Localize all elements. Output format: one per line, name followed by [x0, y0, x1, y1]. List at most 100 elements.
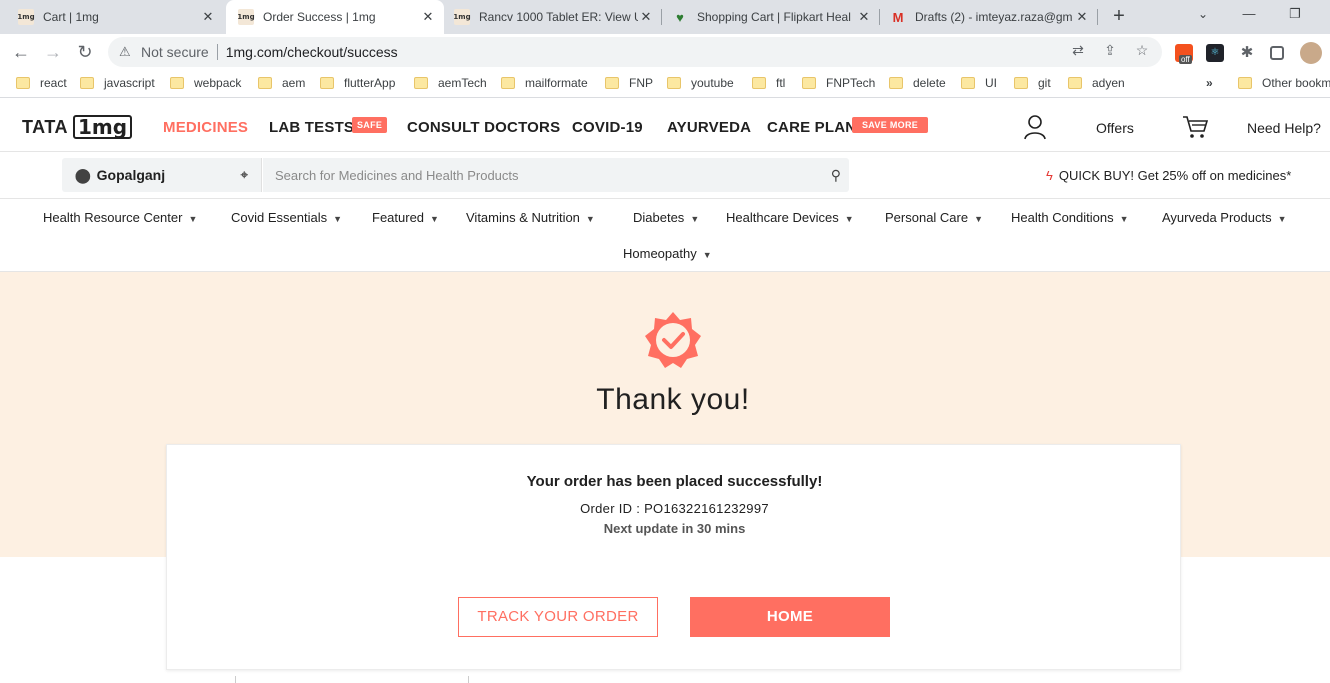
reload-icon[interactable]: ↻ [73, 40, 97, 64]
warning-triangle-icon[interactable]: ⚠ [119, 44, 135, 60]
location-name: Gopalganj [96, 167, 166, 183]
bookmark-folder[interactable]: FNP [605, 76, 653, 90]
offers-link[interactable]: Offers [1096, 120, 1134, 136]
chevron-down-icon: ▼ [188, 214, 198, 224]
tab-cart[interactable]: 1mg Cart | 1mg ✕ [8, 0, 224, 34]
extension-badge: off [1179, 55, 1192, 64]
tab-search-icon[interactable]: ⌄ [1180, 0, 1226, 30]
folder-icon [605, 77, 619, 89]
onemg-favicon-icon: 1mg [17, 9, 35, 25]
folder-icon [752, 77, 766, 89]
chevron-down-icon: ▼ [585, 214, 595, 224]
user-account-icon[interactable] [1023, 114, 1047, 140]
chevron-down-icon: ▼ [974, 214, 984, 224]
bookmark-folder[interactable]: webpack [170, 76, 241, 90]
more-bookmarks-chevron[interactable]: » [1206, 76, 1213, 90]
tab-order-success[interactable]: 1mg Order Success | 1mg ✕ [226, 0, 444, 34]
tata-1mg-logo[interactable]: TATA 1mg [22, 115, 133, 139]
site-header: TATA 1mg MEDICINES LAB TESTS SAFE CONSUL… [0, 103, 1330, 152]
bookmark-folder[interactable]: youtube [667, 76, 734, 90]
category-health-conditions[interactable]: Health Conditions ▼ [1011, 210, 1129, 225]
translate-icon[interactable]: ⇄ [1069, 41, 1087, 59]
tab-title: Drafts (2) - imteyaz.raza@gm [915, 10, 1073, 24]
close-tab-icon[interactable]: ✕ [856, 9, 872, 25]
need-help-link[interactable]: Need Help? [1247, 120, 1321, 136]
bookmark-folder[interactable]: javascript [80, 76, 155, 90]
folder-icon [667, 77, 681, 89]
flipkart-health-icon: ♥ [676, 9, 684, 25]
address-bar[interactable]: ⚠ Not secure 1mg.com/checkout/success [108, 37, 1162, 67]
search-input[interactable] [275, 158, 815, 192]
not-secure-label[interactable]: Not secure [141, 44, 209, 60]
nav-consult-doctors[interactable]: CONSULT DOCTORS [407, 119, 560, 136]
bookmark-folder[interactable]: react [16, 76, 67, 90]
side-panel-icon[interactable] [1270, 46, 1284, 60]
tab-title: Rancv 1000 Tablet ER: View U [479, 10, 638, 24]
folder-icon [170, 77, 184, 89]
bookmark-folder[interactable]: adyen [1068, 76, 1125, 90]
bookmark-folder[interactable]: delete [889, 76, 946, 90]
category-vitamins-nutrition[interactable]: Vitamins & Nutrition ▼ [466, 210, 595, 225]
close-tab-icon[interactable]: ✕ [200, 9, 216, 25]
category-health-resource-center[interactable]: Health Resource Center ▼ [43, 210, 197, 225]
bookmark-folder[interactable]: ftl [752, 76, 785, 90]
other-bookmarks[interactable]: Other bookm [1238, 76, 1330, 90]
tab-separator [1097, 9, 1098, 25]
chevron-down-icon: ▼ [702, 250, 712, 260]
forward-arrow-icon[interactable]: → [41, 40, 65, 64]
tab-rancv[interactable]: 1mg Rancv 1000 Tablet ER: View U ✕ [446, 0, 660, 34]
tab-flipkart[interactable]: ♥ Shopping Cart | Flipkart Heal ✕ [662, 0, 878, 34]
category-covid-essentials[interactable]: Covid Essentials ▼ [231, 210, 342, 225]
close-tab-icon[interactable]: ✕ [1074, 9, 1090, 25]
search-icon[interactable]: ⚲ [831, 167, 841, 184]
category-personal-care[interactable]: Personal Care ▼ [885, 210, 983, 225]
bookmark-folder[interactable]: aem [258, 76, 305, 90]
close-tab-icon[interactable]: ✕ [420, 9, 436, 25]
new-tab-button[interactable]: + [1107, 5, 1131, 29]
location-selector[interactable]: ⬤ Gopalganj ⌖ [62, 158, 262, 192]
home-button[interactable]: HOME [690, 597, 890, 637]
browser-toolbar: ← → ↻ ⚠ Not secure 1mg.com/checkout/succ… [0, 34, 1330, 70]
chevron-down-icon: ▼ [333, 214, 343, 224]
nav-medicines[interactable]: MEDICINES [163, 119, 248, 136]
close-tab-icon[interactable]: ✕ [638, 9, 654, 25]
folder-icon [320, 77, 334, 89]
nav-lab-tests[interactable]: LAB TESTS [269, 119, 354, 136]
onemg-favicon-icon: 1mg [453, 9, 471, 25]
detect-location-icon[interactable]: ⌖ [241, 167, 248, 183]
track-order-button[interactable]: TRACK YOUR ORDER [458, 597, 658, 637]
chevron-down-icon: ▼ [690, 214, 700, 224]
tab-gmail[interactable]: M Drafts (2) - imteyaz.raza@gm ✕ [880, 0, 1096, 34]
bookmark-folder[interactable]: flutterApp [320, 76, 395, 90]
bookmark-folder[interactable]: git [1014, 76, 1051, 90]
url-text[interactable]: 1mg.com/checkout/success [226, 44, 398, 60]
save-more-tag: SAVE MORE [852, 117, 929, 133]
thank-you-heading: Thank you! [596, 383, 750, 416]
bookmark-folder[interactable]: mailformate [501, 76, 588, 90]
share-icon[interactable]: ⇪ [1101, 41, 1119, 59]
bookmark-folder[interactable]: aemTech [414, 76, 487, 90]
quick-buy-banner[interactable]: ϟ QUICK BUY! Get 25% off on medicines* [1046, 168, 1291, 183]
category-homeopathy[interactable]: Homeopathy ▼ [623, 246, 712, 261]
folder-icon [501, 77, 515, 89]
profile-avatar[interactable] [1300, 42, 1322, 64]
nav-care-plan[interactable]: CARE PLAN [767, 119, 856, 136]
category-ayurveda-products[interactable]: Ayurveda Products ▼ [1162, 210, 1287, 225]
bookmark-star-icon[interactable]: ☆ [1133, 41, 1151, 59]
category-featured[interactable]: Featured ▼ [372, 210, 439, 225]
category-diabetes[interactable]: Diabetes ▼ [633, 210, 699, 225]
extensions-puzzle-icon[interactable]: ✱ [1238, 44, 1256, 62]
restore-window-button[interactable]: ❐ [1272, 0, 1318, 30]
tab-title: Order Success | 1mg [263, 10, 376, 24]
bookmark-folder[interactable]: UI [961, 76, 997, 90]
bookmarks-bar: react javascript webpack aem flutterApp … [0, 70, 1330, 98]
bookmark-folder[interactable]: FNPTech [802, 76, 875, 90]
minimize-window-button[interactable]: — [1226, 0, 1272, 30]
category-healthcare-devices[interactable]: Healthcare Devices ▼ [726, 210, 854, 225]
back-arrow-icon[interactable]: ← [9, 40, 33, 64]
gmail-icon: M [892, 9, 904, 25]
nav-ayurveda[interactable]: AYURVEDA [667, 119, 751, 136]
cart-icon[interactable] [1182, 115, 1208, 139]
nav-covid-19[interactable]: COVID-19 [572, 119, 643, 136]
react-devtools-icon[interactable]: ⚛ [1206, 44, 1224, 62]
